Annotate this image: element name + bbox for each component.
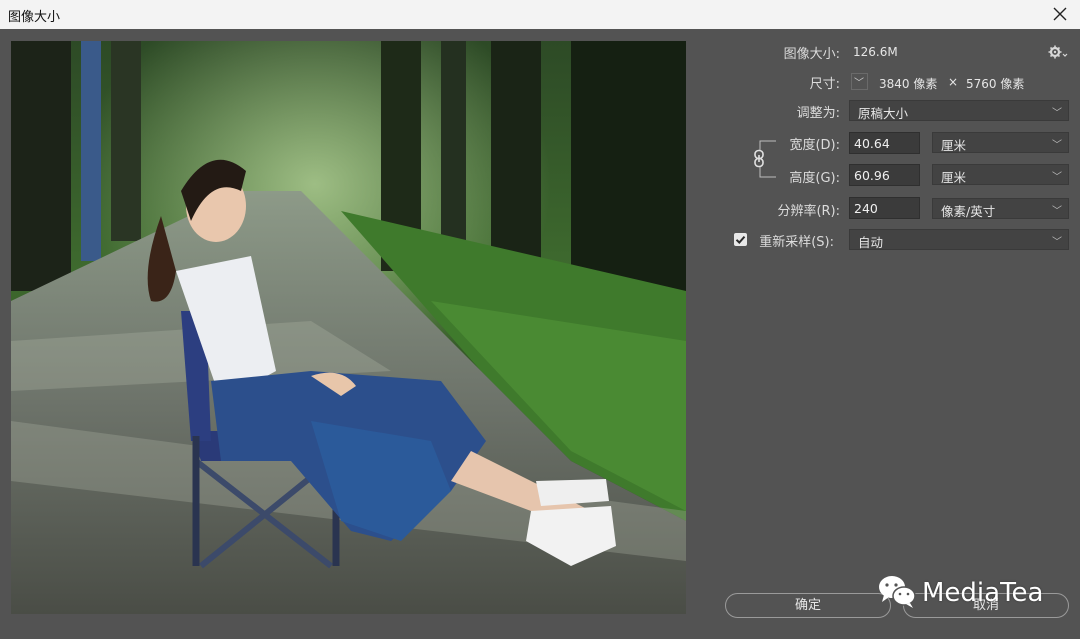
width-unit-value: 厘米 bbox=[941, 138, 967, 153]
dimensions-height: 5760 像素 bbox=[966, 77, 1025, 91]
ok-button[interactable]: 确定 bbox=[725, 593, 891, 618]
dimensions-width: 3840 像素 bbox=[879, 77, 938, 91]
wechat-icon bbox=[878, 574, 918, 614]
image-size-value: 126.6M bbox=[853, 45, 898, 59]
chevron-down-icon: ﹀ bbox=[1052, 140, 1062, 151]
resample-select[interactable]: 自动 ﹀ bbox=[849, 229, 1069, 250]
image-size-label: 图像大小: bbox=[783, 47, 840, 62]
dimensions-unit-dropdown[interactable]: ﹀ bbox=[851, 73, 868, 90]
width-input[interactable]: 40.64 bbox=[849, 132, 920, 154]
checkmark-icon bbox=[735, 235, 746, 244]
fit-to-value: 原稿大小 bbox=[858, 106, 909, 121]
resample-value: 自动 bbox=[858, 235, 884, 250]
height-unit-select[interactable]: 厘米 ﹀ bbox=[932, 164, 1069, 185]
fit-to-label: 调整为: bbox=[796, 106, 840, 121]
chevron-down-icon: ﹀ bbox=[1052, 237, 1062, 248]
chevron-down-icon: ﹀ bbox=[1052, 172, 1062, 183]
chevron-down-icon: ﹀ bbox=[1052, 108, 1062, 119]
width-unit-select[interactable]: 厘米 ﹀ bbox=[932, 132, 1069, 153]
title-bar: 图像大小 bbox=[0, 0, 1080, 29]
chevron-down-icon: ﹀ bbox=[854, 78, 864, 89]
resolution-unit-select[interactable]: 像素/英寸 ﹀ bbox=[932, 198, 1069, 219]
height-input[interactable]: 60.96 bbox=[849, 164, 920, 186]
preview-photo bbox=[11, 41, 686, 614]
watermark-text: MediaTea bbox=[922, 578, 1044, 608]
resample-label: 重新采样(S): bbox=[759, 235, 834, 250]
resolution-input[interactable]: 240 bbox=[849, 197, 920, 219]
close-icon[interactable] bbox=[1050, 4, 1070, 24]
resolution-unit-value: 像素/英寸 bbox=[941, 204, 996, 219]
resolution-label: 分辨率(R): bbox=[777, 204, 840, 219]
width-label: 宽度(D): bbox=[789, 138, 840, 153]
height-label: 高度(G): bbox=[789, 171, 840, 186]
image-preview[interactable] bbox=[11, 41, 686, 614]
gear-icon[interactable] bbox=[1048, 44, 1068, 60]
resample-checkbox[interactable] bbox=[734, 233, 747, 246]
dimensions-times: × bbox=[948, 75, 959, 89]
height-unit-value: 厘米 bbox=[941, 170, 967, 185]
chevron-down-icon: ﹀ bbox=[1052, 206, 1062, 217]
dimensions-label: 尺寸: bbox=[809, 77, 840, 92]
fit-to-select[interactable]: 原稿大小 ﹀ bbox=[849, 100, 1069, 121]
window-title: 图像大小 bbox=[8, 10, 61, 25]
